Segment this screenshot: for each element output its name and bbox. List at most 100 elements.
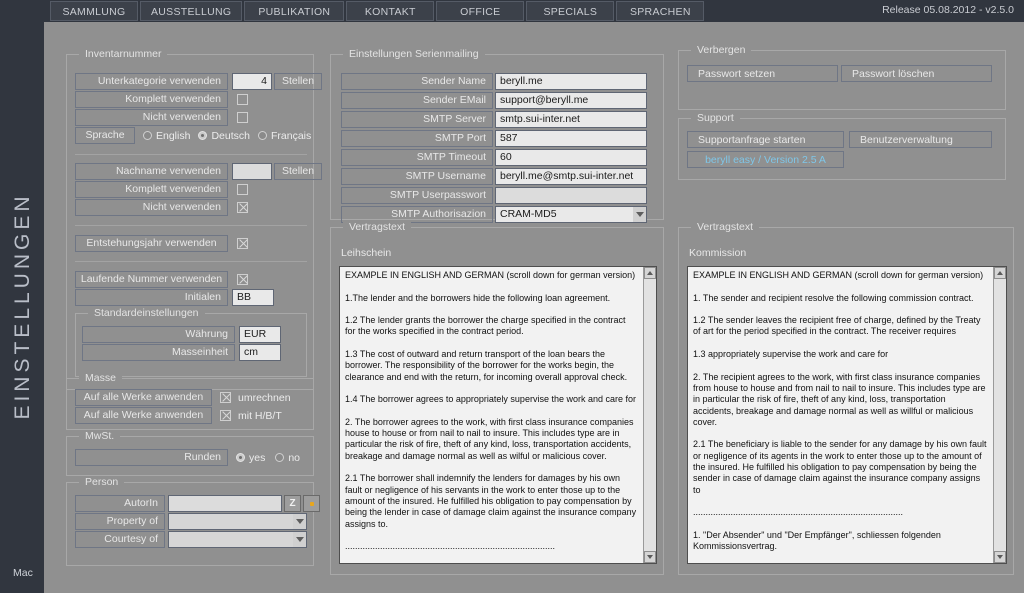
set-password-button[interactable]: Passwort setzen — [687, 65, 838, 82]
smtp-timeout-label: SMTP Timeout — [341, 149, 493, 166]
group-person-legend: Person — [79, 476, 125, 488]
komplett-verwenden-label[interactable]: Komplett verwenden — [75, 91, 228, 108]
courtesy-of-input[interactable] — [168, 531, 293, 548]
scroll-up-icon[interactable] — [644, 267, 656, 279]
row-laufende-nummer: Laufende Nummer verwenden — [75, 271, 248, 288]
scroll-down-icon[interactable] — [644, 551, 656, 563]
autorin-options-button[interactable] — [303, 495, 320, 512]
property-of-dropdown-button[interactable] — [293, 513, 307, 530]
scroll-down-icon[interactable] — [994, 551, 1006, 563]
row-waehrung: Währung EUR — [82, 326, 281, 343]
smtp-userpasswort-label: SMTP Userpasswort — [341, 187, 493, 204]
komplett-verwenden-2-checkbox[interactable] — [237, 184, 248, 195]
initialen-label[interactable]: Initialen — [75, 289, 228, 306]
support-request-button[interactable]: Supportanfrage starten — [687, 131, 844, 148]
user-management-button[interactable]: Benutzerverwaltung — [849, 131, 992, 148]
radio-francais-label: Français — [270, 129, 312, 142]
masse-hbt-checkbox[interactable] — [220, 410, 231, 421]
row-smtp-userpasswort: SMTP Userpasswort — [341, 187, 647, 204]
courtesy-of-label[interactable]: Courtesy of — [75, 531, 165, 548]
radio-lang-deutsch[interactable]: Deutsch — [198, 130, 250, 142]
group-serienmailing: Einstellungen Serienmailing Sender Name … — [330, 48, 664, 223]
leihschein-textarea[interactable]: EXAMPLE IN ENGLISH AND GERMAN (scroll do… — [339, 266, 657, 564]
sender-email-label: Sender EMail — [341, 92, 493, 109]
radio-runden-yes[interactable]: yes — [236, 452, 265, 464]
delete-password-button[interactable]: Passwort löschen — [841, 65, 992, 82]
smtp-username-input[interactable]: beryll.me@smtp.sui-inter.net — [495, 168, 647, 185]
radio-yes-label: yes — [249, 451, 266, 464]
courtesy-of-dropdown-button[interactable] — [293, 531, 307, 548]
nicht-verwenden-2-checkbox[interactable] — [237, 202, 248, 213]
scroll-up-icon[interactable] — [994, 267, 1006, 279]
group-mwst-legend: MwSt. — [79, 430, 121, 442]
masse-umrechnen-label: umrechnen — [238, 391, 291, 404]
row-nicht-verwenden-2: Nicht verwenden — [75, 199, 248, 216]
nav-tab-sammlung[interactable]: SAMMLUNG — [50, 1, 138, 21]
entstehungsjahr-label[interactable]: Entstehungsjahr verwenden — [75, 235, 228, 252]
nicht-verwenden-checkbox[interactable] — [237, 112, 248, 123]
sender-name-input[interactable]: beryll.me — [495, 73, 647, 90]
smtp-userpasswort-input[interactable] — [495, 187, 647, 204]
nav-tab-ausstellung[interactable]: AUSSTELLUNG — [140, 1, 243, 21]
property-of-label[interactable]: Property of — [75, 513, 165, 530]
version-info-button[interactable]: beryll easy / Version 2.5 A — [687, 151, 844, 168]
kommission-text-content[interactable]: EXAMPLE IN ENGLISH AND GERMAN (scroll do… — [688, 267, 993, 563]
unterkategorie-stellen-input[interactable]: 4 — [232, 73, 272, 90]
unterkategorie-label[interactable]: Unterkategorie verwenden — [75, 73, 228, 90]
initialen-input[interactable]: BB — [232, 289, 274, 306]
masse-hbt-label: mit H/B/T — [238, 409, 282, 422]
autorin-label[interactable]: AutorIn — [75, 495, 165, 512]
row-property-of: Property of — [75, 513, 307, 530]
masse-apply-all-button-2[interactable]: Auf alle Werke anwenden — [75, 407, 212, 424]
autorin-z-button[interactable]: Z — [284, 495, 301, 512]
row-sender-name: Sender Name beryll.me — [341, 73, 647, 90]
nav-tab-sprachen[interactable]: SPRACHEN — [616, 1, 705, 21]
nicht-verwenden-2-label[interactable]: Nicht verwenden — [75, 199, 228, 216]
radio-runden-no[interactable]: no — [275, 452, 300, 464]
radio-deutsch-label: Deutsch — [211, 129, 250, 142]
row-initialen: Initialen BB — [75, 289, 274, 306]
smtp-port-input[interactable]: 587 — [495, 130, 647, 147]
smtp-timeout-input[interactable]: 60 — [495, 149, 647, 166]
nav-tab-office[interactable]: OFFICE — [436, 1, 525, 21]
nav-tab-publikation[interactable]: PUBLIKATION — [244, 1, 345, 21]
nicht-verwenden-label[interactable]: Nicht verwenden — [75, 109, 228, 126]
leihschein-scrollbar[interactable] — [643, 267, 656, 563]
sender-email-input[interactable]: support@beryll.me — [495, 92, 647, 109]
nav-tab-list: SAMMLUNG AUSSTELLUNG PUBLIKATION KONTAKT… — [50, 1, 705, 21]
masseinheit-input[interactable]: cm — [239, 344, 281, 361]
nachname-stellen-input[interactable] — [232, 163, 272, 180]
radio-lang-francais[interactable]: Français — [257, 129, 312, 142]
property-of-input[interactable] — [168, 513, 293, 530]
masseinheit-label[interactable]: Masseinheit — [82, 344, 235, 361]
kommission-scrollbar[interactable] — [993, 267, 1006, 563]
waehrung-label[interactable]: Währung — [82, 326, 235, 343]
kommission-textarea[interactable]: EXAMPLE IN ENGLISH AND GERMAN (scroll do… — [687, 266, 1007, 564]
row-smtp-port: SMTP Port 587 — [341, 130, 647, 147]
smtp-authorisazion-dropdown-button[interactable] — [633, 206, 647, 223]
runden-label[interactable]: Runden — [75, 449, 228, 466]
left-sidebar: EINSTELLUNGEN Mac — [0, 22, 44, 593]
masse-apply-all-button-1[interactable]: Auf alle Werke anwenden — [75, 389, 212, 406]
masse-umrechnen-checkbox[interactable] — [220, 392, 231, 403]
waehrung-input[interactable]: EUR — [239, 326, 281, 343]
smtp-authorisazion-select[interactable]: CRAM-MD5 — [495, 206, 633, 223]
radio-lang-english[interactable]: English — [143, 130, 190, 142]
nachname-label[interactable]: Nachname verwenden — [75, 163, 228, 180]
group-vertragstext-kommission: Vertragstext Kommission EXAMPLE IN ENGLI… — [678, 221, 1014, 575]
radio-francais-dot — [257, 131, 267, 140]
laufende-nummer-label[interactable]: Laufende Nummer verwenden — [75, 271, 228, 288]
komplett-verwenden-2-label[interactable]: Komplett verwenden — [75, 181, 228, 198]
nav-tab-kontakt[interactable]: KONTAKT — [346, 1, 435, 21]
smtp-server-input[interactable]: smtp.sui-inter.net — [495, 111, 647, 128]
komplett-verwenden-checkbox[interactable] — [237, 94, 248, 105]
entstehungsjahr-checkbox[interactable] — [237, 238, 248, 249]
group-vertragstext-kommission-legend: Vertragstext — [691, 221, 760, 233]
group-support-legend: Support — [691, 112, 740, 124]
sender-name-label: Sender Name — [341, 73, 493, 90]
laufende-nummer-checkbox[interactable] — [237, 274, 248, 285]
nav-tab-specials[interactable]: SPECIALS — [526, 1, 615, 21]
leihschein-text-content[interactable]: EXAMPLE IN ENGLISH AND GERMAN (scroll do… — [340, 267, 643, 563]
row-smtp-server: SMTP Server smtp.sui-inter.net — [341, 111, 647, 128]
autorin-input[interactable] — [168, 495, 282, 512]
